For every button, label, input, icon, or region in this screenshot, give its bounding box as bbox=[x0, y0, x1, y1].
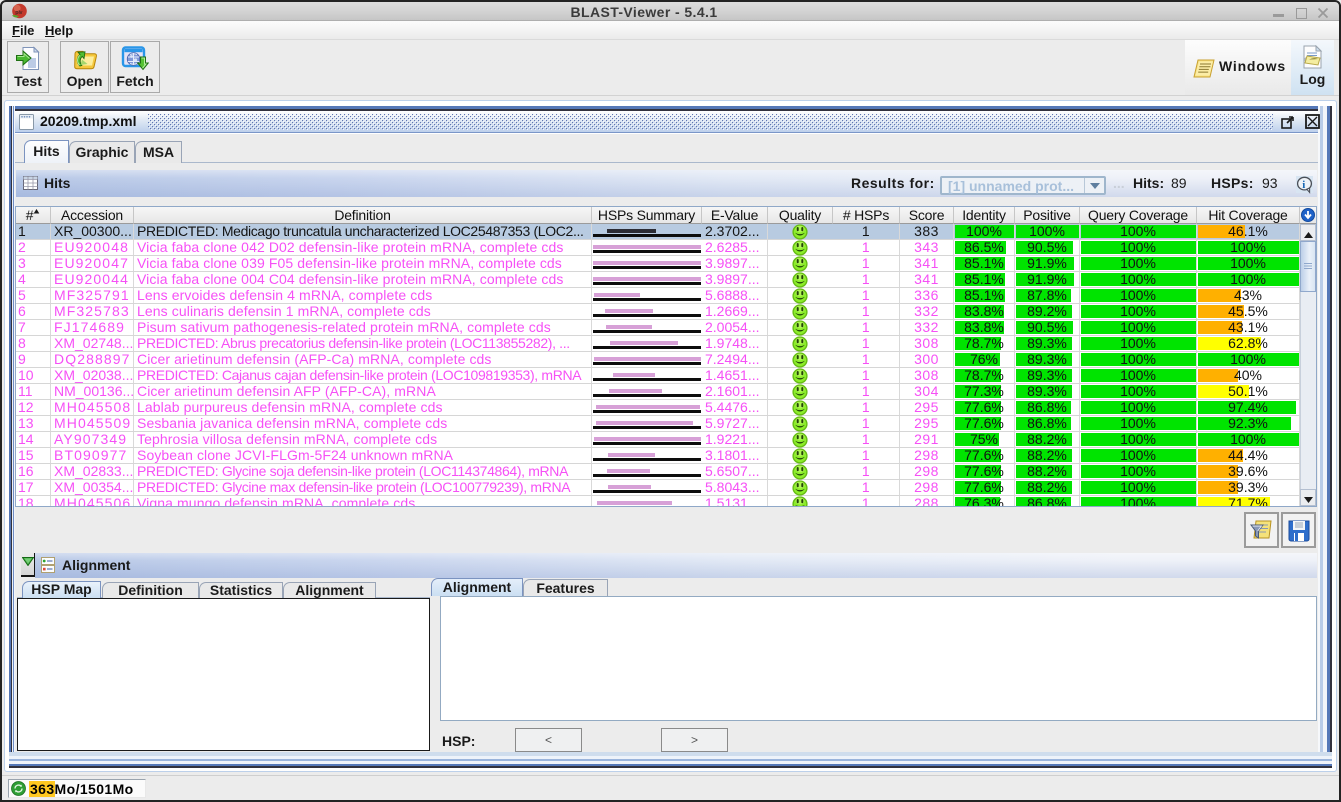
svg-text:i: i bbox=[1302, 179, 1305, 191]
